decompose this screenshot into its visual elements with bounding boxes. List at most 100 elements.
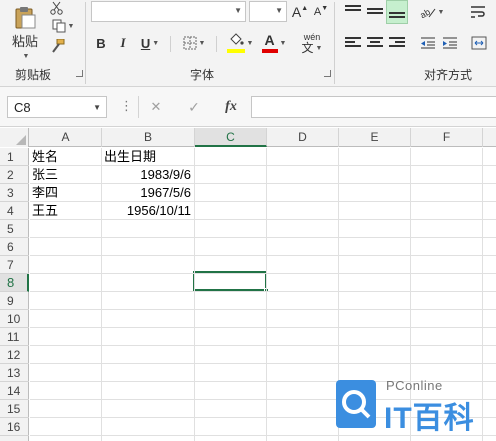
align-middle-button[interactable] [364,2,386,22]
row-header-11[interactable]: 11 [0,328,29,346]
merge-center-button[interactable] [466,34,492,52]
align-top-button[interactable] [342,2,364,22]
chevron-down-icon: ▼ [234,6,242,15]
gridline-horizontal [30,363,496,364]
chevron-down-icon: ▼ [152,39,160,47]
svg-text:ab: ab [420,7,432,19]
row-header-14[interactable]: 14 [0,382,29,400]
italic-button[interactable]: I [115,34,131,52]
align-left-icon [345,37,361,49]
shrink-font-button[interactable]: A ▼ [312,3,330,21]
gridline-horizontal [30,345,496,346]
copy-icon [52,19,66,33]
gridline-horizontal [30,237,496,238]
cell-b2[interactable]: 1983/9/6 [102,166,194,184]
paste-dropdown[interactable]: ▼ [18,50,32,62]
font-launcher-icon[interactable] [324,70,331,77]
chevron-down-icon: ▼ [67,22,75,30]
row-header-6[interactable]: 6 [0,238,29,256]
column-header-e[interactable]: E [339,128,411,147]
column-header-f[interactable]: F [411,128,483,147]
column-header-d[interactable]: D [267,128,339,147]
font-name-combo[interactable]: ▼ [91,1,246,22]
fill-color-button[interactable]: ▼ [222,31,258,55]
column-header-a[interactable]: A [30,128,102,147]
font-color-icon: A [264,32,275,48]
row-headers: 1 2 3 4 5 6 7 8 9 10 11 12 13 14 15 16 [0,148,29,441]
selected-cell-c8[interactable] [193,271,269,293]
clipboard-group-label: 剪贴板 [15,68,52,82]
align-top-icon [345,5,361,13]
formula-bar: C8 ▼ ⋮ ✕ ✓ fx [0,87,496,127]
chevron-down-icon: ▼ [198,39,206,47]
gridline-horizontal [30,183,496,184]
paste-label: 粘贴 [11,34,38,49]
increase-indent-button[interactable] [439,34,461,52]
gridline-horizontal [30,255,496,256]
underline-button[interactable]: U ▼ [136,34,164,52]
orientation-button[interactable]: ab ▼ [417,2,447,22]
cell-a3[interactable]: 李四 [30,184,101,202]
row-header-2[interactable]: 2 [0,166,29,184]
phonetic-button[interactable]: wén 文 ▼ [298,30,326,56]
insert-function-button[interactable]: fx [219,97,243,117]
align-right-button[interactable] [386,34,408,52]
chevron-down-icon: ▼ [437,8,445,16]
align-left-button[interactable] [342,34,364,52]
align-center-icon [367,37,383,49]
wrap-text-button[interactable] [466,2,490,22]
gridline-horizontal [30,273,496,274]
font-size-combo[interactable]: ▼ [249,1,287,22]
cut-button[interactable] [48,0,66,16]
borders-icon [183,36,197,50]
align-right-icon [389,37,405,49]
ribbon: 粘贴 ▼ ▼ 剪贴板 ▼ ▼ A ▲ A ▼ B I U ▼ ▼ ▼ A ▼ w… [0,0,496,87]
merge-cells-icon [471,36,487,50]
select-all-button[interactable] [0,128,29,147]
decrease-indent-button[interactable] [417,34,439,52]
cancel-button[interactable]: ✕ [146,98,166,116]
cell-a1[interactable]: 姓名 [30,148,101,166]
enter-button[interactable]: ✓ [184,98,204,116]
gridline-vertical [194,148,195,441]
row-header-13[interactable]: 13 [0,364,29,382]
row-header-9[interactable]: 9 [0,292,29,310]
gridline-horizontal [30,327,496,328]
cell-a4[interactable]: 王五 [30,202,101,220]
row-header-7[interactable]: 7 [0,256,29,274]
row-header-15[interactable]: 15 [0,400,29,418]
phonetic-bottom-label: 文 [301,41,314,55]
row-header-16[interactable]: 16 [0,418,29,436]
cell-b3[interactable]: 1967/5/6 [102,184,194,202]
row-header-3[interactable]: 3 [0,184,29,202]
borders-button[interactable]: ▼ [177,34,211,52]
formula-input[interactable] [251,96,496,118]
cell-a2[interactable]: 张三 [30,166,101,184]
worksheet-grid: ABCDEF 1 2 3 4 5 6 7 8 9 10 11 12 13 14 15 16 姓名 出生日期 张… [0,128,496,441]
formula-bar-grip-icon: ⋮ [120,98,133,113]
copy-button[interactable]: ▼ [48,17,78,35]
grow-font-icon: A [291,4,302,20]
grow-font-button[interactable]: A ▲ [291,3,309,21]
align-center-button[interactable] [364,34,386,52]
column-header-c[interactable]: C [195,128,267,147]
cell-b1[interactable]: 出生日期 [102,148,194,166]
cell-b4[interactable]: 1956/10/11 [102,202,194,220]
column-header-b[interactable]: B [102,128,195,147]
row-header-4[interactable]: 4 [0,202,29,220]
font-divider [216,36,217,52]
paste-button[interactable]: 粘贴 [6,0,44,50]
align-bottom-button[interactable] [386,0,408,24]
chevron-down-icon: ▼ [22,52,30,60]
row-header-1[interactable]: 1 [0,148,29,166]
row-header-12[interactable]: 12 [0,346,29,364]
font-color-button[interactable]: A ▼ [257,31,291,55]
paintbrush-icon [52,39,65,53]
format-painter-button[interactable] [48,37,68,55]
row-header-8[interactable]: 8 [0,274,29,292]
row-header-5[interactable]: 5 [0,220,29,238]
name-box[interactable]: C8 ▼ [7,96,107,118]
bold-button[interactable]: B [93,34,109,52]
clipboard-launcher-icon[interactable] [76,70,83,77]
row-header-10[interactable]: 10 [0,310,29,328]
